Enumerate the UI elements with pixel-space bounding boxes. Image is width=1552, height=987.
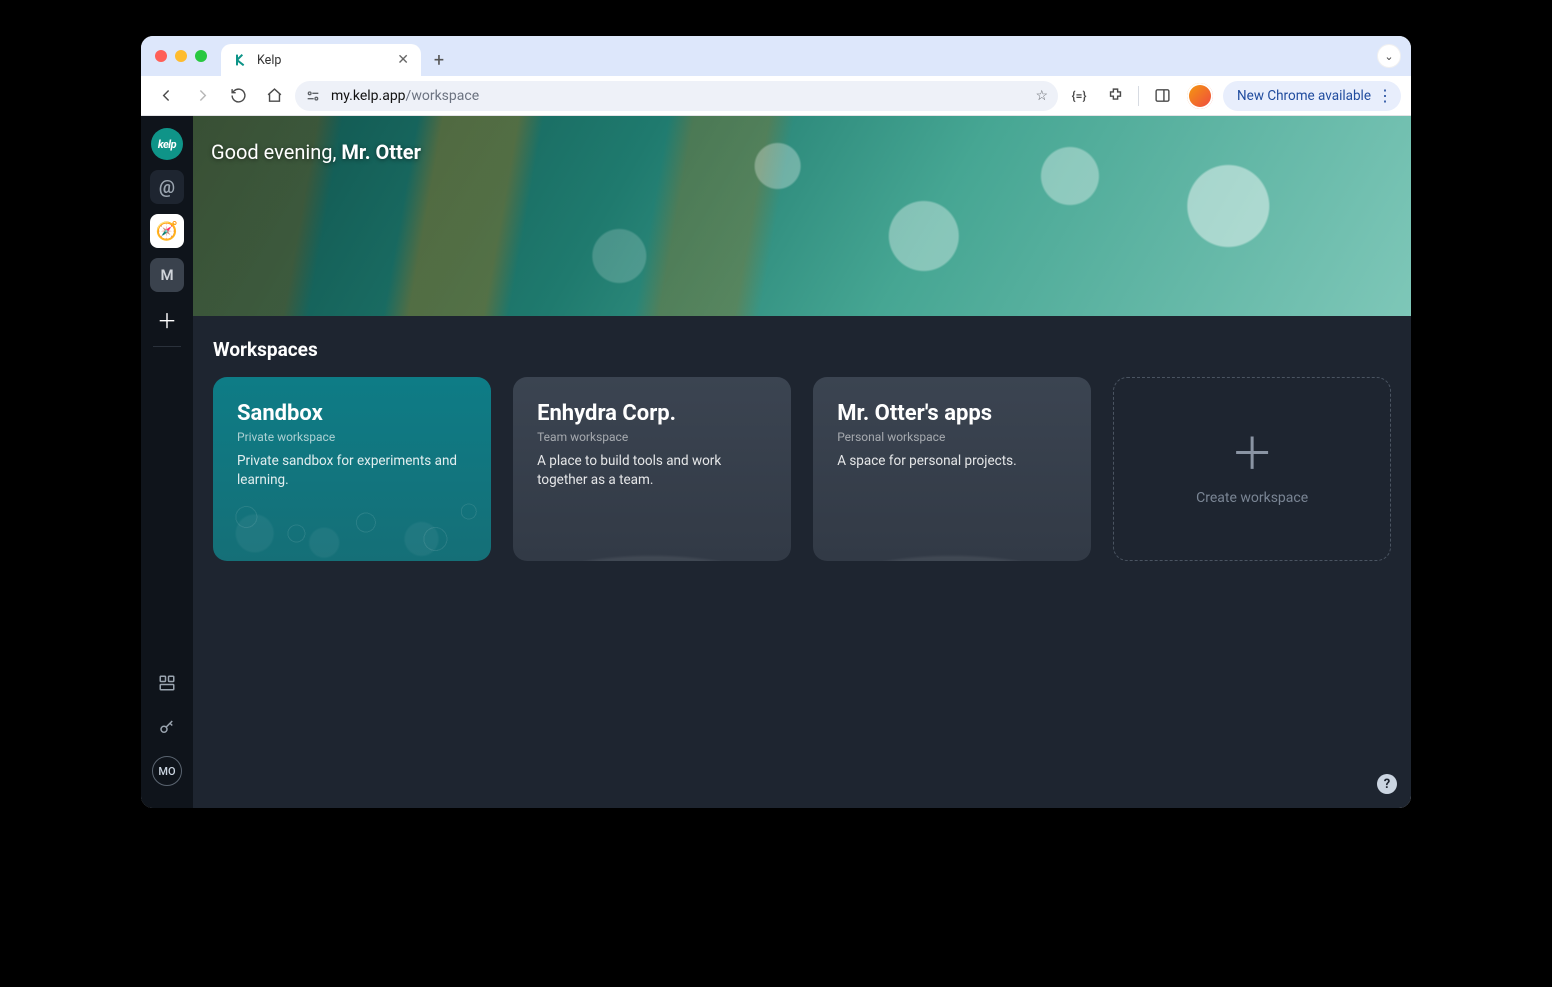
chrome-update-button[interactable]: New Chrome available ⋮ bbox=[1223, 81, 1401, 111]
browser-toolbar: my.kelp.app/workspace ☆ {=} New Chrome a… bbox=[141, 76, 1411, 116]
chrome-update-label: New Chrome available bbox=[1237, 88, 1371, 104]
extensions-button[interactable] bbox=[1100, 81, 1130, 111]
app-sidebar: kelp @ 🧭 M ＋ MO bbox=[141, 116, 193, 808]
minimize-window-button[interactable] bbox=[175, 50, 187, 62]
tab-list-dropdown[interactable]: ⌄ bbox=[1377, 44, 1401, 68]
workspace-card-sandbox[interactable]: Sandbox Private workspace Private sandbo… bbox=[213, 377, 491, 561]
extension-code-icon[interactable]: {=} bbox=[1064, 81, 1094, 111]
browser-window: Kelp ✕ + ⌄ my.kelp.app/workspace ☆ {=} bbox=[141, 36, 1411, 808]
app-viewport: kelp @ 🧭 M ＋ MO bbox=[141, 116, 1411, 808]
letter-m-icon: M bbox=[160, 266, 173, 284]
tab-strip: Kelp ✕ + ⌄ bbox=[141, 36, 1411, 76]
sidebar-user-avatar[interactable]: MO bbox=[152, 756, 182, 786]
toolbar-divider bbox=[1138, 86, 1139, 106]
sidebar-bottom: MO bbox=[152, 668, 182, 796]
forward-button[interactable] bbox=[187, 81, 217, 111]
site-settings-icon[interactable] bbox=[305, 88, 321, 104]
url-text: my.kelp.app/workspace bbox=[331, 88, 479, 104]
workspace-title: Mr. Otter's apps bbox=[837, 401, 1067, 426]
sidebar-item-rocket[interactable]: 🧭 bbox=[150, 214, 184, 248]
main-content: Good evening, Mr. Otter Workspaces Sandb… bbox=[193, 116, 1411, 808]
workspace-description: Private sandbox for experiments and lear… bbox=[237, 452, 467, 490]
workspace-card-enhydra[interactable]: Enhydra Corp. Team workspace A place to … bbox=[513, 377, 791, 561]
workspace-subtitle: Personal workspace bbox=[837, 430, 1067, 444]
plus-icon: ＋ bbox=[1230, 432, 1274, 476]
workspace-cards: Sandbox Private workspace Private sandbo… bbox=[193, 377, 1411, 561]
sidebar-key-button[interactable] bbox=[152, 712, 182, 742]
browser-tab[interactable]: Kelp ✕ bbox=[221, 44, 421, 76]
tab-favicon bbox=[233, 52, 249, 68]
tab-title: Kelp bbox=[257, 53, 281, 68]
back-button[interactable] bbox=[151, 81, 181, 111]
rocket-icon: 🧭 bbox=[156, 221, 178, 242]
sidebar-add-button[interactable]: ＋ bbox=[150, 302, 184, 336]
workspace-subtitle: Private workspace bbox=[237, 430, 467, 444]
app-logo[interactable]: kelp bbox=[151, 128, 183, 160]
maximize-window-button[interactable] bbox=[195, 50, 207, 62]
greeting-prefix: Good evening, bbox=[211, 140, 341, 164]
reload-button[interactable] bbox=[223, 81, 253, 111]
workspace-description: A place to build tools and work together… bbox=[537, 452, 767, 490]
home-button[interactable] bbox=[259, 81, 289, 111]
greeting-name: Mr. Otter bbox=[341, 140, 421, 164]
window-controls bbox=[155, 36, 207, 76]
create-workspace-card[interactable]: ＋ Create workspace bbox=[1113, 377, 1391, 561]
bookmark-icon[interactable]: ☆ bbox=[1035, 88, 1048, 104]
sidebar-item-mentions[interactable]: @ bbox=[150, 170, 184, 204]
address-bar[interactable]: my.kelp.app/workspace ☆ bbox=[295, 81, 1058, 111]
workspace-description: A space for personal projects. bbox=[837, 452, 1067, 471]
workspace-subtitle: Team workspace bbox=[537, 430, 767, 444]
create-workspace-label: Create workspace bbox=[1196, 490, 1308, 506]
hero-banner: Good evening, Mr. Otter bbox=[193, 116, 1411, 316]
sidebar-apps-button[interactable] bbox=[152, 668, 182, 698]
profile-avatar[interactable] bbox=[1187, 83, 1213, 109]
close-window-button[interactable] bbox=[155, 50, 167, 62]
new-tab-button[interactable]: + bbox=[425, 46, 453, 74]
side-panel-button[interactable] bbox=[1147, 81, 1177, 111]
menu-dots-icon: ⋮ bbox=[1377, 86, 1393, 105]
plus-icon: ＋ bbox=[157, 305, 177, 334]
sidebar-item-m[interactable]: M bbox=[150, 258, 184, 292]
workspace-title: Enhydra Corp. bbox=[537, 401, 767, 426]
close-tab-button[interactable]: ✕ bbox=[397, 52, 409, 68]
help-button[interactable]: ? bbox=[1377, 774, 1397, 794]
at-icon: @ bbox=[159, 177, 175, 198]
workspace-title: Sandbox bbox=[237, 401, 467, 426]
workspace-card-personal[interactable]: Mr. Otter's apps Personal workspace A sp… bbox=[813, 377, 1091, 561]
workspaces-heading: Workspaces bbox=[193, 316, 1411, 377]
sidebar-divider bbox=[153, 346, 181, 347]
greeting-text: Good evening, Mr. Otter bbox=[211, 140, 421, 164]
